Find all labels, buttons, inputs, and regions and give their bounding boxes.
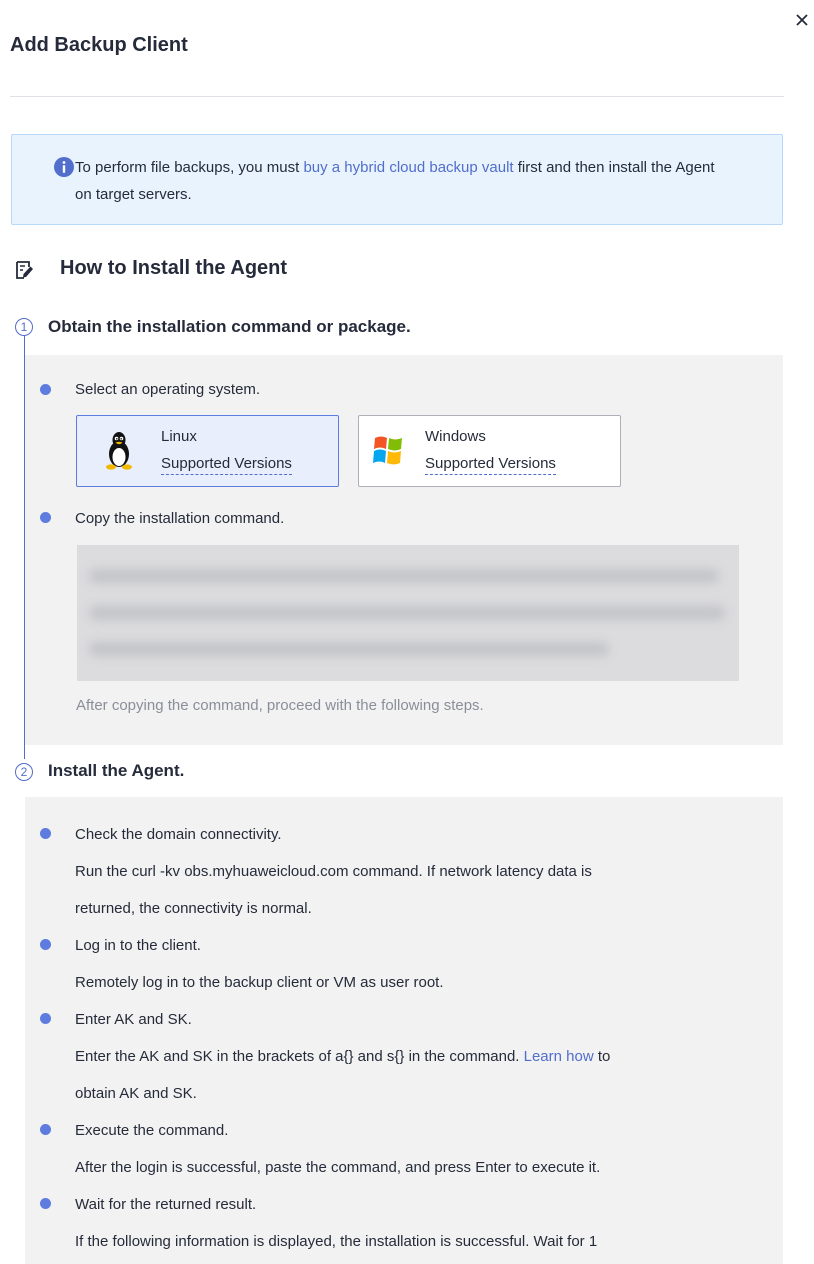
step-2-number: 2 — [15, 763, 33, 781]
step-1-number: 1 — [15, 318, 33, 336]
aksk-text-after: to — [593, 1048, 611, 1065]
bullet — [40, 1013, 51, 1024]
step-2-title: Install the Agent. — [48, 761, 185, 780]
step2-item-heading: Check the domain connectivity. — [75, 826, 282, 843]
copy-command-label: Copy the installation command. — [75, 510, 285, 527]
info-text-before: To perform file backups, you must — [75, 159, 304, 176]
bullet — [40, 1124, 51, 1135]
os-option-linux[interactable]: Linux Supported Versions — [76, 415, 339, 487]
close-icon — [796, 14, 808, 26]
step2-item-detail: Run the curl -kv obs.myhuaweicloud.com c… — [75, 863, 592, 880]
aksk-text-before: Enter the AK and SK in the brackets of a… — [75, 1048, 524, 1065]
header-divider — [10, 96, 784, 97]
select-os-label: Select an operating system. — [75, 381, 261, 398]
step2-item-detail: If the following information is displaye… — [75, 1233, 598, 1250]
linux-penguin-icon — [106, 432, 132, 470]
edit-note-icon — [16, 261, 33, 279]
redacted-command-line — [89, 569, 719, 583]
learn-how-link[interactable]: Learn how — [524, 1048, 594, 1065]
step2-item-detail: Enter the AK and SK in the brackets of a… — [75, 1048, 610, 1065]
step2-item-detail: Remotely log in to the backup client or … — [75, 974, 444, 991]
installation-command-box[interactable] — [77, 545, 739, 681]
windows-supported-versions-link[interactable]: Supported Versions — [425, 455, 556, 475]
info-text: To perform file backups, you must buy a … — [75, 154, 735, 208]
linux-supported-versions-link[interactable]: Supported Versions — [161, 455, 292, 475]
buy-vault-link[interactable]: buy a hybrid cloud backup vault — [303, 159, 513, 176]
step2-item-detail: returned, the connectivity is normal. — [75, 900, 312, 917]
bullet — [40, 1198, 51, 1209]
step2-item-heading: Log in to the client. — [75, 937, 201, 954]
step2-item-detail: obtain AK and SK. — [75, 1085, 197, 1102]
step2-item-detail: After the login is successful, paste the… — [75, 1159, 601, 1176]
os-name-windows: Windows — [425, 428, 486, 445]
info-icon — [54, 157, 74, 177]
step2-item-heading: Execute the command. — [75, 1122, 229, 1139]
copy-hint: After copying the command, proceed with … — [76, 697, 484, 714]
bullet — [40, 512, 51, 523]
bullet — [40, 384, 51, 395]
close-button[interactable] — [790, 8, 814, 32]
step2-item-heading: Wait for the returned result. — [75, 1196, 257, 1213]
dialog-title: Add Backup Client — [10, 34, 188, 56]
howto-title: How to Install the Agent — [60, 257, 288, 279]
info-banner: To perform file backups, you must buy a … — [11, 134, 783, 225]
redacted-command-line — [89, 606, 725, 620]
step2-item-heading: Enter AK and SK. — [75, 1011, 192, 1028]
windows-logo-icon — [373, 436, 402, 465]
os-option-windows[interactable]: Windows Supported Versions — [358, 415, 621, 487]
bullet — [40, 828, 51, 839]
step-1-title: Obtain the installation command or packa… — [48, 317, 411, 336]
bullet — [40, 939, 51, 950]
os-name-linux: Linux — [161, 428, 197, 445]
redacted-command-line — [89, 642, 609, 656]
